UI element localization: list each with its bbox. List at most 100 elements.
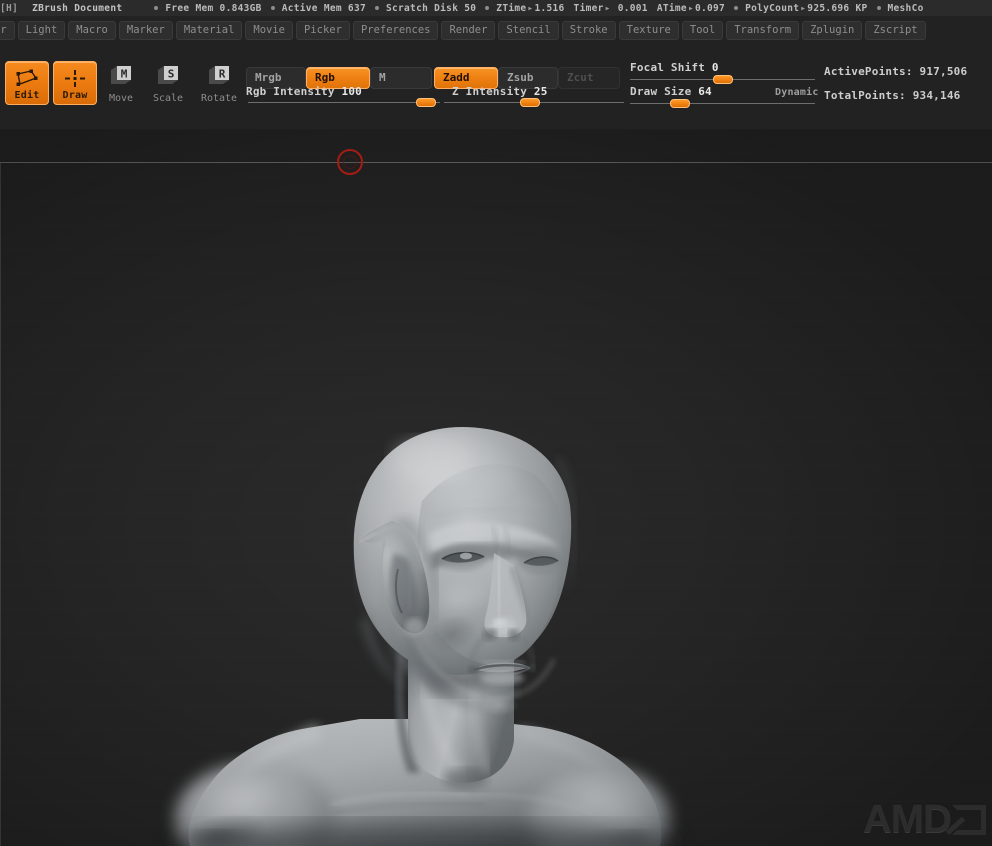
focal-shift-label-text: Focal Shift: [630, 61, 706, 74]
menu-item-transform[interactable]: Transform: [726, 20, 800, 40]
stat-ztime: ZTime ▸ 1.516: [485, 3, 564, 14]
draw-button-label: Draw: [62, 90, 88, 101]
document-top-edge: [0, 162, 992, 163]
menubar: er Light Macro Marker Material Movie Pic…: [0, 19, 992, 41]
stat-polycount: PolyCount ▸ 925.696 KP: [734, 3, 867, 14]
canvas-scanline-texture: [0, 129, 992, 846]
z-intensity-label-text: Z Intensity: [452, 85, 528, 98]
stat-active-mem-label: Active Mem: [281, 2, 342, 14]
stat-timer-value: 0.001: [617, 2, 648, 14]
stat-meshcount: MeshCo: [876, 2, 924, 14]
svg-text:R: R: [219, 68, 226, 81]
draw-size-label-text: Draw Size: [630, 85, 692, 98]
menu-item-zplugin[interactable]: Zplugin: [802, 20, 863, 40]
menu-item-macro[interactable]: Macro: [68, 20, 116, 40]
bullet-icon: [734, 6, 739, 10]
draw-button[interactable]: Draw: [53, 61, 97, 105]
draw-size-track[interactable]: [630, 103, 815, 104]
menu-item-zscript[interactable]: Zscript: [865, 20, 926, 40]
stat-scratch-disk-value: 50: [464, 2, 477, 14]
canvas-vignette: [0, 129, 992, 846]
menu-item-movie[interactable]: Movie: [245, 20, 293, 40]
stat-ztime-label: ZTime: [496, 2, 527, 14]
stat-ztime-value: 1.516: [534, 2, 565, 14]
svg-text:S: S: [168, 68, 175, 81]
stat-scratch-disk-label: Scratch Disk: [385, 2, 459, 14]
rgb-intensity-label-text: Rgb Intensity: [246, 85, 335, 98]
stat-atime-label: ATime: [656, 2, 687, 14]
menu-item-layer[interactable]: er: [0, 20, 15, 40]
move-button[interactable]: M Move: [100, 64, 142, 104]
rotate-button[interactable]: R Rotate: [198, 64, 240, 104]
active-points-stat: ActivePoints: 917,506: [824, 65, 967, 78]
draw-crosshair-icon: [54, 67, 96, 89]
amd-watermark: AMD: [863, 797, 986, 842]
rgb-intensity-value: 100: [341, 85, 362, 98]
draw-size-label: Draw Size 64: [630, 85, 712, 98]
stat-free-mem-label: Free Mem: [165, 2, 214, 14]
document-title: ZBrush Document: [32, 2, 123, 14]
bullet-icon: [374, 6, 379, 10]
zbrush-window: [H] ZBrush Document Free Mem 0.843GB Act…: [0, 0, 992, 846]
stat-polycount-value: 925.696 KP: [807, 2, 868, 14]
male-bust-sculpt: [174, 427, 674, 846]
dynamic-toggle[interactable]: Dynamic: [775, 87, 819, 98]
stat-atime-value: 0.097: [694, 2, 726, 14]
arrow-icon: ▸: [687, 2, 694, 14]
arrow-icon: ▸: [604, 2, 611, 14]
rgb-intensity-knob[interactable]: [416, 98, 436, 107]
menu-item-stroke[interactable]: Stroke: [561, 20, 616, 40]
scale-s-icon: S: [155, 64, 181, 86]
menu-item-stencil[interactable]: Stencil: [498, 20, 559, 40]
stat-polycount-label: PolyCount: [745, 2, 800, 14]
menu-item-preferences[interactable]: Preferences: [352, 20, 439, 40]
menu-item-render[interactable]: Render: [441, 20, 496, 40]
menu-item-tool[interactable]: Tool: [681, 20, 724, 40]
menu-item-texture[interactable]: Texture: [618, 20, 679, 40]
bullet-icon: [876, 6, 881, 10]
window-corner-handle[interactable]: [H]: [0, 3, 18, 14]
draw-size-value: 64: [698, 85, 712, 98]
menu-item-material[interactable]: Material: [175, 20, 243, 40]
rotate-r-icon: R: [206, 64, 232, 86]
active-points-value: 917,506: [919, 65, 968, 78]
bullet-icon: [270, 6, 275, 10]
stat-free-mem: Free Mem 0.843GB: [154, 3, 261, 14]
focal-shift-label: Focal Shift 0: [630, 61, 719, 74]
stat-scratch-disk: Scratch Disk 50: [374, 2, 477, 14]
sculpt-canvas[interactable]: AMD: [0, 129, 992, 846]
focal-shift-knob[interactable]: [713, 75, 733, 84]
menu-item-light[interactable]: Light: [17, 20, 66, 40]
stat-timer: Timer ▸ 0.001: [574, 3, 648, 14]
bullet-icon: [154, 6, 159, 10]
scale-button[interactable]: S Scale: [147, 64, 189, 104]
move-m-icon: M: [108, 64, 134, 86]
total-points-label: TotalPoints:: [824, 89, 906, 102]
stat-meshcount-label: MeshCo: [887, 2, 924, 14]
stat-free-mem-value: 0.843GB: [219, 2, 262, 14]
edit-polyframe-icon: [6, 67, 48, 89]
focal-shift-value: 0: [711, 61, 719, 74]
edit-button-label: Edit: [14, 90, 40, 101]
menu-item-marker[interactable]: Marker: [118, 20, 173, 40]
stat-active-mem-value: 637: [347, 2, 366, 14]
bullet-icon: [485, 6, 490, 10]
z-intensity-label: Z Intensity 25: [452, 85, 548, 98]
z-intensity-knob[interactable]: [520, 98, 540, 107]
rgb-intensity-track[interactable]: [248, 102, 440, 103]
menu-item-picker[interactable]: Picker: [296, 20, 350, 40]
z-intensity-value: 25: [533, 85, 548, 98]
arrow-icon: ▸: [800, 2, 807, 14]
zcut-toggle[interactable]: Zcut: [558, 67, 620, 89]
titlebar: [H] ZBrush Document Free Mem 0.843GB Act…: [0, 0, 992, 16]
total-points-value: 934,146: [912, 89, 961, 102]
edit-button[interactable]: Edit: [5, 61, 49, 105]
m-toggle[interactable]: M: [370, 67, 432, 89]
main-toolbar: Edit Draw M Move S Scale R Rotate Mrgb R…: [0, 44, 992, 126]
total-points-stat: TotalPoints: 934,146: [824, 89, 960, 102]
svg-text:M: M: [121, 68, 128, 81]
rgb-intensity-label: Rgb Intensity 100: [246, 85, 362, 98]
active-points-label: ActivePoints:: [824, 65, 913, 78]
stat-timer-label: Timer: [573, 2, 604, 14]
draw-size-knob[interactable]: [670, 99, 690, 108]
